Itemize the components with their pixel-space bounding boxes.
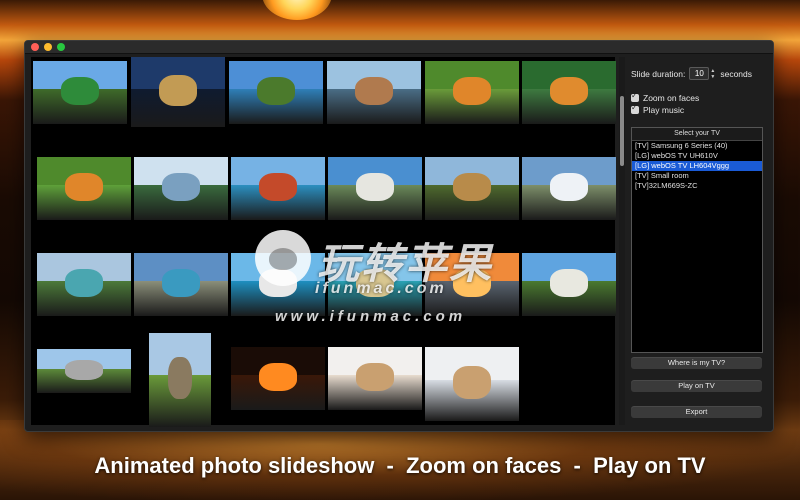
photo-thumbnail-field-road[interactable] (149, 333, 211, 427)
slide-duration-field[interactable]: 10 (689, 67, 710, 80)
app-window: Slide duration: 10 ▲▼ seconds Zoom on fa… (24, 40, 774, 432)
photo-thumbnail-woman-portrait[interactable] (328, 347, 422, 410)
photo-grid (31, 57, 616, 427)
photo-thumbnail-sunset-beach[interactable] (425, 253, 519, 316)
photo-thumbnail-tropical-bay[interactable] (328, 253, 422, 316)
photo-thumbnail-red-houses[interactable] (231, 157, 325, 220)
seconds-label: seconds (720, 68, 753, 79)
photo-thumbnail-lake-village[interactable] (229, 61, 323, 124)
photo-thumbnail-neuschwanstein[interactable] (328, 157, 422, 220)
slide-duration-stepper[interactable]: 10 ▲ ▼ (689, 67, 716, 80)
photo-thumbnail-autumn-lake[interactable] (425, 157, 519, 220)
photo-thumbnail-castle-tower[interactable] (37, 349, 131, 393)
photo-thumbnail-mountain-river[interactable] (134, 253, 228, 316)
sun-glow (262, 0, 332, 20)
title-bar (25, 41, 773, 54)
play-music-row[interactable]: Play music (631, 103, 685, 115)
promo-caption: Animated photo slideshow - Zoom on faces… (94, 453, 706, 478)
tv-list: [TV] Samsung 6 Series (40) [LG] webOS TV … (632, 141, 762, 191)
tv-list-item[interactable]: [TV] Samsung 6 Series (40) (632, 141, 762, 151)
tv-list-header[interactable]: Select your TV (632, 128, 762, 141)
stepper-arrows-icon[interactable]: ▲ ▼ (710, 67, 716, 80)
tv-list-item[interactable]: [LG] webOS TV LH604Vggg (632, 161, 762, 171)
zoom-on-faces-label: Zoom on faces (643, 93, 700, 103)
photo-thumbnail-tiger-water[interactable] (522, 61, 616, 124)
tv-list-box: Select your TV [TV] Samsung 6 Series (40… (631, 127, 763, 353)
play-music-label: Play music (643, 105, 685, 115)
tv-list-item[interactable]: [LG] webOS TV UH610V (632, 151, 762, 161)
photo-thumbnail-castle-lake[interactable] (327, 61, 421, 124)
zoom-on-faces-checkbox[interactable] (631, 91, 639, 102)
photo-thumbnail-night-fire[interactable] (231, 347, 325, 410)
photo-thumbnail-tiger-grass[interactable] (425, 61, 519, 124)
photo-thumbnail-woman-desk[interactable] (425, 347, 519, 421)
photo-thumbnail-snow-mountains[interactable] (522, 157, 616, 220)
tv-list-item[interactable]: [TV]32LM669S-ZC (632, 181, 762, 191)
where-is-my-tv-button[interactable]: Where is my TV? (631, 357, 762, 369)
photo-thumbnail-cliff-valley[interactable] (522, 253, 616, 316)
minimize-window-button[interactable] (44, 43, 52, 51)
photo-thumbnail-alpine-lake[interactable] (37, 253, 131, 316)
photo-thumbnail-mountain-path[interactable] (134, 157, 228, 220)
slide-duration-row: Slide duration: 10 ▲ ▼ seconds (631, 67, 752, 80)
zoom-window-button[interactable] (57, 43, 65, 51)
photo-thumbnail-coast-cliffs[interactable] (231, 253, 325, 316)
slide-duration-label: Slide duration: (631, 68, 686, 79)
export-button[interactable]: Export (631, 406, 762, 418)
zoom-on-faces-row[interactable]: Zoom on faces (631, 91, 700, 103)
photo-thumbnail-palm-tree[interactable] (33, 61, 127, 124)
play-music-checkbox[interactable] (631, 103, 639, 114)
tv-list-item[interactable]: [TV] Small room (632, 171, 762, 181)
close-window-button[interactable] (31, 43, 39, 51)
play-on-tv-button[interactable]: Play on TV (631, 380, 762, 392)
settings-panel: Slide duration: 10 ▲▼ seconds Zoom on fa… (629, 55, 769, 427)
photo-thumbnail-castle-night[interactable] (131, 57, 225, 127)
photo-thumbnail-tigers-field[interactable] (37, 157, 131, 220)
scrollbar-thumb[interactable] (620, 96, 624, 166)
